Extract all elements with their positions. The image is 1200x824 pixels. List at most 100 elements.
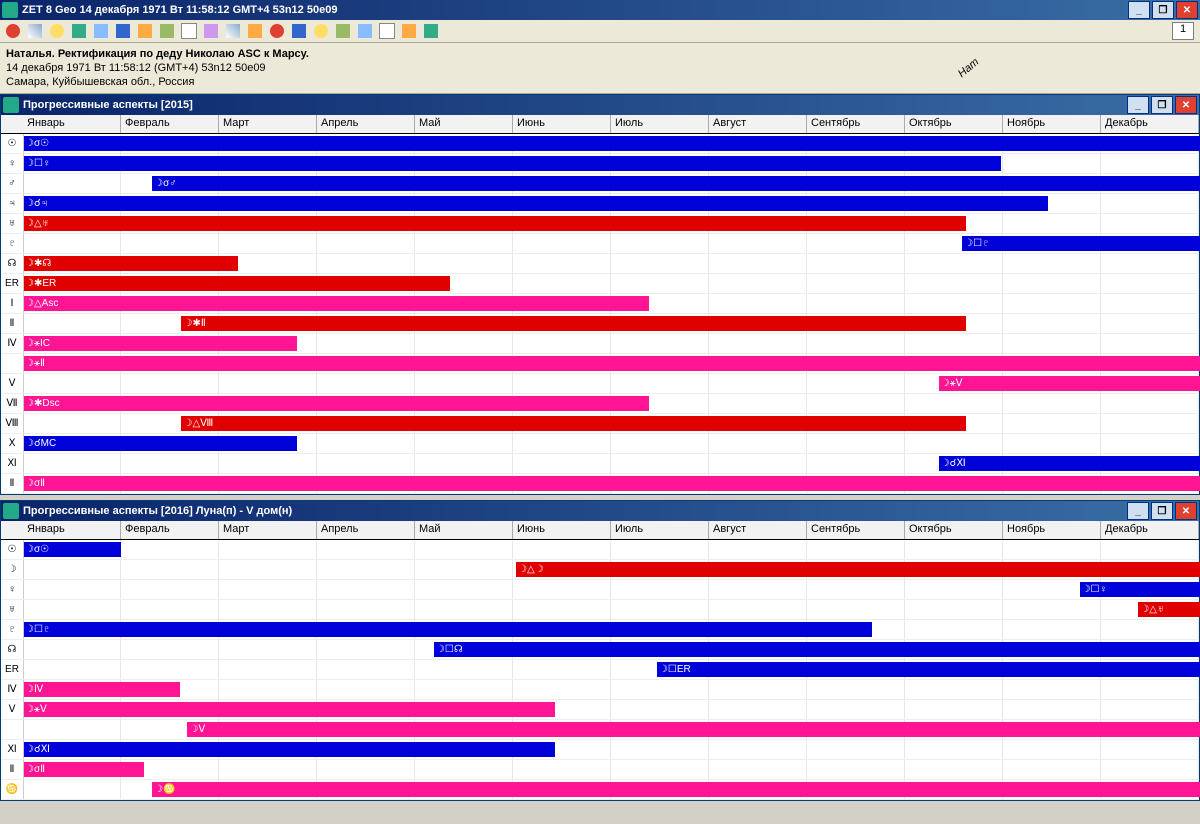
toolbar-chart-icon[interactable]	[289, 21, 309, 41]
aspect-bar[interactable]	[23, 702, 555, 717]
aspect-row: ☊☽☐☊	[1, 640, 1199, 660]
panel-close-button[interactable]: ✕	[1175, 502, 1197, 520]
planet-label: Ⅳ	[1, 334, 24, 353]
aspect-bar[interactable]	[23, 156, 1001, 171]
aspect-bar[interactable]	[657, 662, 1200, 677]
aspect-row: ☽☽△☽	[1, 560, 1199, 580]
month-header: ЯнварьФевральМартАпрельМайИюньИюльАвгуст…	[1, 521, 1199, 540]
aspect-bar[interactable]	[23, 476, 1200, 491]
panel-minimize-button[interactable]: _	[1127, 502, 1149, 520]
toolbar-notes-icon[interactable]	[311, 21, 331, 41]
aspect-bar[interactable]	[434, 642, 1200, 657]
month-cell: Июль	[611, 115, 709, 133]
header-name-line: Наталья. Ректификация по деду Николаю AS…	[6, 47, 1194, 61]
aspect-bar-label: ☽✱Dsc	[23, 396, 62, 411]
toolbar-graph-icon[interactable]	[421, 21, 441, 41]
aspect-bar[interactable]	[23, 622, 872, 637]
toolbar-arc-icon[interactable]	[179, 21, 199, 41]
maximize-button[interactable]: ❐	[1152, 1, 1174, 19]
panel-maximize-button[interactable]: ❐	[1151, 96, 1173, 114]
timeline-2016[interactable]: ЯнварьФевральМартАпрельМайИюньИюльАвгуст…	[1, 521, 1199, 800]
aspect-bar[interactable]	[23, 296, 649, 311]
toolbar-pen-icon[interactable]	[201, 21, 221, 41]
aspect-bar[interactable]	[23, 136, 1200, 151]
toolbar-calendar-icon[interactable]	[25, 21, 45, 41]
month-cell: Ноябрь	[1003, 115, 1101, 133]
aspect-bar[interactable]	[23, 742, 555, 757]
aspect-bar[interactable]	[181, 416, 966, 431]
aspect-bar[interactable]	[962, 236, 1200, 251]
header-location-line: Самара, Куйбышевская обл., Россия	[6, 75, 1194, 89]
panel-close-button[interactable]: ✕	[1175, 96, 1197, 114]
toolbar-page-icon[interactable]	[223, 21, 243, 41]
toolbar-clock-icon[interactable]	[333, 21, 353, 41]
panel-minimize-button[interactable]: _	[1127, 96, 1149, 114]
toolbar-target-icon[interactable]	[267, 21, 287, 41]
aspect-bar[interactable]	[23, 336, 297, 351]
aspect-bar[interactable]	[181, 316, 966, 331]
toolbar-sun-icon[interactable]	[3, 21, 23, 41]
planet-label: Ⅱ	[1, 760, 24, 779]
aspect-bar[interactable]	[939, 376, 1200, 391]
toolbar-table-icon[interactable]	[69, 21, 89, 41]
aspect-bar[interactable]	[516, 562, 1200, 577]
aspect-bar[interactable]	[23, 216, 966, 231]
planet-label: ☉	[1, 134, 24, 153]
aspect-bar[interactable]	[23, 276, 450, 291]
toolbar-star-icon[interactable]	[91, 21, 111, 41]
month-cell: Март	[219, 521, 317, 539]
aspect-bar-label: ☽△Ⅷ	[181, 416, 215, 431]
aspect-bar[interactable]	[23, 682, 180, 697]
planet-label	[1, 720, 24, 739]
planet-label: ♅	[1, 600, 24, 619]
toolbar-person-icon[interactable]	[399, 21, 419, 41]
close-button[interactable]: ✕	[1176, 1, 1198, 19]
aspect-bar[interactable]	[187, 722, 1200, 737]
aspect-bar[interactable]	[23, 196, 1048, 211]
aspect-bar-label: ☽☐♀	[23, 156, 52, 171]
aspect-bar[interactable]	[152, 782, 1200, 797]
planet-label: Ⅷ	[1, 414, 24, 433]
toolbar-book-icon[interactable]	[355, 21, 375, 41]
page-number-box[interactable]: 1	[1172, 22, 1194, 40]
aspect-row: ☊☽✱☊	[1, 254, 1199, 274]
aspect-bar[interactable]	[152, 176, 1200, 191]
aspect-row: Ⅷ ☽△Ⅷ	[1, 414, 1199, 434]
toolbar-grid2-icon[interactable]	[245, 21, 265, 41]
aspect-bar-label: ☽☐♇	[962, 236, 991, 251]
aspect-bar-label: ☽☐♀	[1080, 582, 1109, 597]
aspect-bar[interactable]	[23, 356, 1200, 371]
aspect-row: Ⅳ☽⚹IC	[1, 334, 1199, 354]
aspect-bar-label: ☽✱☊	[23, 256, 53, 271]
toolbar-list-icon[interactable]	[157, 21, 177, 41]
planet-label: Ⅶ	[1, 394, 24, 413]
month-cell: Май	[415, 115, 513, 133]
aspect-bar-label: ☽⚹Ⅴ	[939, 376, 965, 391]
minimize-button[interactable]: _	[1128, 1, 1150, 19]
toolbar-grid-icon[interactable]	[135, 21, 155, 41]
toolbar-ring-icon[interactable]	[47, 21, 67, 41]
toolbar-tools-icon[interactable]	[377, 21, 397, 41]
aspect-bar-label: ☽σ☉	[23, 136, 51, 151]
aspect-row: Ⅶ☽✱Dsc	[1, 394, 1199, 414]
month-cell: Ноябрь	[1003, 521, 1101, 539]
timeline-rows: ☉☽σ☉♀☽☐♀♂☽σ♂♃☽☌♃♅☽△♅♇☽☐♇☊☽✱☊ER☽✱ERⅠ☽△Asc…	[1, 134, 1199, 494]
aspect-bar[interactable]	[23, 396, 649, 411]
month-cell: Март	[219, 115, 317, 133]
month-cell: Октябрь	[905, 521, 1003, 539]
panel-maximize-button[interactable]: ❐	[1151, 502, 1173, 520]
aspect-bar[interactable]	[23, 256, 238, 271]
aspect-bar-label: ☽☐♇	[23, 622, 52, 637]
aspect-bar[interactable]	[23, 436, 297, 451]
aspect-bar-label: ☽☌Ⅺ	[23, 742, 52, 757]
aspect-row: Ⅱ☽✱Ⅱ	[1, 314, 1199, 334]
month-cell: Апрель	[317, 115, 415, 133]
aspect-bar-label: ☽☐ER	[657, 662, 693, 677]
planet-label: Ⅱ	[1, 474, 24, 493]
planet-label: ♀	[1, 154, 24, 173]
aspect-bar[interactable]	[939, 456, 1200, 471]
month-cell: Май	[415, 521, 513, 539]
timeline-2015[interactable]: ЯнварьФевральМартАпрельМайИюньИюльАвгуст…	[1, 115, 1199, 494]
toolbar-flag-icon[interactable]	[113, 21, 133, 41]
month-cell: Январь	[23, 115, 121, 133]
